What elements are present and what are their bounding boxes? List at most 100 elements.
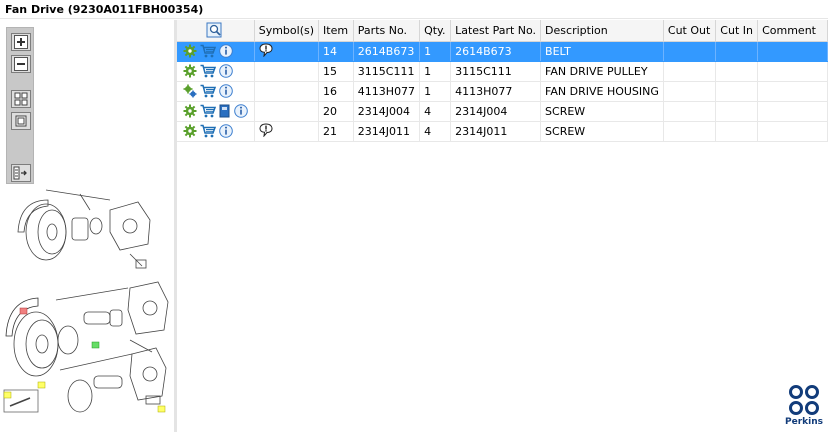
row-symbols-cell	[254, 41, 320, 62]
row-qty-cell[interactable]: 4	[419, 101, 452, 122]
column-header-description[interactable]: Description	[540, 20, 664, 42]
note-symbol-icon[interactable]	[259, 42, 273, 57]
gear-icon[interactable]	[183, 124, 197, 138]
row-description-cell[interactable]: FAN DRIVE PULLEY	[540, 61, 664, 82]
note-symbol-icon[interactable]	[259, 122, 273, 137]
row-cut-in-cell[interactable]	[715, 61, 759, 82]
row-cut-in-cell[interactable]	[715, 41, 759, 62]
magnifier-icon	[206, 22, 222, 38]
row-item-cell[interactable]: 16	[318, 81, 354, 102]
zoom-out-icon	[14, 57, 28, 71]
column-header-cut-out[interactable]: Cut Out	[663, 20, 717, 42]
fit-page-icon	[15, 115, 27, 127]
related-parts-icon[interactable]	[183, 84, 197, 98]
row-latest-part-no-cell[interactable]: 2314J011	[450, 121, 542, 142]
perkins-logo-mark-icon	[789, 385, 819, 415]
callout-15[interactable]	[37, 381, 46, 389]
row-cut-out-cell[interactable]	[663, 121, 717, 142]
table-row[interactable]: 14 2614B673 1 2614B673 BELT	[177, 41, 828, 62]
row-description-cell[interactable]: FAN DRIVE HOUSING	[540, 81, 664, 102]
row-cut-in-cell[interactable]	[715, 81, 759, 102]
row-qty-cell[interactable]: 1	[419, 61, 452, 82]
column-header-latest-part-no[interactable]: Latest Part No.	[450, 20, 542, 42]
row-qty-cell[interactable]: 1	[419, 41, 452, 62]
column-header-tools[interactable]	[177, 20, 255, 42]
info-icon[interactable]	[234, 104, 248, 118]
row-description-cell[interactable]: SCREW	[540, 101, 664, 122]
parts-table: Symbol(s) Item Parts No. Qty. Latest Par…	[177, 20, 828, 142]
row-tools-cell	[177, 101, 255, 122]
row-part-no-cell[interactable]: 3115C111	[353, 61, 421, 82]
callout-14[interactable]	[19, 307, 28, 315]
gear-icon[interactable]	[183, 64, 197, 78]
row-comment-cell[interactable]	[757, 81, 828, 102]
shopping-cart-icon[interactable]	[200, 44, 216, 58]
row-part-no-cell[interactable]: 4113H077	[353, 81, 421, 102]
column-header-symbols[interactable]: Symbol(s)	[254, 20, 320, 42]
row-part-no-cell[interactable]: 2614B673	[353, 41, 421, 62]
book-icon[interactable]	[219, 104, 231, 118]
info-icon[interactable]	[219, 44, 233, 58]
fit-page-button[interactable]	[11, 112, 31, 130]
row-cut-in-cell[interactable]	[715, 121, 759, 142]
row-cut-out-cell[interactable]	[663, 41, 717, 62]
gear-icon[interactable]	[183, 104, 197, 118]
row-part-no-cell[interactable]: 2314J011	[353, 121, 421, 142]
row-comment-cell[interactable]	[757, 101, 828, 122]
info-icon[interactable]	[219, 64, 233, 78]
perkins-logo-text: Perkins	[785, 417, 823, 427]
row-item-cell[interactable]: 14	[318, 41, 354, 62]
exploded-view-drawing[interactable]	[0, 170, 174, 432]
column-header-qty[interactable]: Qty.	[419, 20, 452, 42]
row-item-cell[interactable]: 20	[318, 101, 354, 122]
table-row[interactable]: 15 3115C111 1 3115C111 FAN DRIVE PULLEY	[177, 61, 828, 82]
row-cut-out-cell[interactable]	[663, 101, 717, 122]
row-qty-cell[interactable]: 4	[419, 121, 452, 142]
column-header-item[interactable]: Item	[318, 20, 354, 42]
callout-21[interactable]	[3, 391, 12, 399]
info-icon[interactable]	[219, 84, 233, 98]
row-tools-cell	[177, 41, 255, 62]
table-row[interactable]: 20 2314J004 4 2314J004 SCREW	[177, 101, 828, 122]
row-item-cell[interactable]: 15	[318, 61, 354, 82]
column-header-comment[interactable]: Comment	[757, 20, 828, 42]
row-qty-cell[interactable]: 1	[419, 81, 452, 102]
row-comment-cell[interactable]	[757, 41, 828, 62]
callout-16[interactable]	[91, 341, 100, 349]
row-tools-cell	[177, 121, 255, 142]
illustration-pane[interactable]	[0, 20, 174, 432]
shopping-cart-icon[interactable]	[200, 64, 216, 78]
row-item-cell[interactable]: 21	[318, 121, 354, 142]
row-comment-cell[interactable]	[757, 121, 828, 142]
viewer-toolbar	[6, 27, 34, 184]
row-latest-part-no-cell[interactable]: 3115C111	[450, 61, 542, 82]
shopping-cart-icon[interactable]	[200, 84, 216, 98]
column-header-cut-in[interactable]: Cut In	[715, 20, 759, 42]
perkins-logo: Perkins	[782, 384, 826, 430]
row-latest-part-no-cell[interactable]: 2314J004	[450, 101, 542, 122]
zoom-out-button[interactable]	[11, 55, 31, 73]
shopping-cart-icon[interactable]	[200, 104, 216, 118]
row-latest-part-no-cell[interactable]: 2614B673	[450, 41, 542, 62]
shopping-cart-icon[interactable]	[200, 124, 216, 138]
zoom-in-button[interactable]	[11, 33, 31, 51]
gear-icon[interactable]	[183, 44, 197, 58]
column-header-parts-no[interactable]: Parts No.	[353, 20, 421, 42]
info-icon[interactable]	[219, 124, 233, 138]
zoom-in-icon	[14, 35, 28, 49]
row-description-cell[interactable]: BELT	[540, 41, 664, 62]
row-cut-out-cell[interactable]	[663, 61, 717, 82]
row-cut-out-cell[interactable]	[663, 81, 717, 102]
row-description-cell[interactable]: SCREW	[540, 121, 664, 142]
table-row[interactable]: 21 2314J011 4 2314J011 SCREW	[177, 121, 828, 142]
window-title: Fan Drive (9230A011FBH00354)	[0, 0, 828, 19]
row-latest-part-no-cell[interactable]: 4113H077	[450, 81, 542, 102]
row-comment-cell[interactable]	[757, 61, 828, 82]
callout-20[interactable]	[157, 405, 166, 413]
row-symbols-cell	[254, 81, 320, 102]
row-part-no-cell[interactable]: 2314J004	[353, 101, 421, 122]
parts-grid: Symbol(s) Item Parts No. Qty. Latest Par…	[177, 20, 828, 432]
fit-all-button[interactable]	[11, 90, 31, 108]
row-cut-in-cell[interactable]	[715, 101, 759, 122]
table-row[interactable]: 16 4113H077 1 4113H077 FAN DRIVE HOUSING	[177, 81, 828, 102]
